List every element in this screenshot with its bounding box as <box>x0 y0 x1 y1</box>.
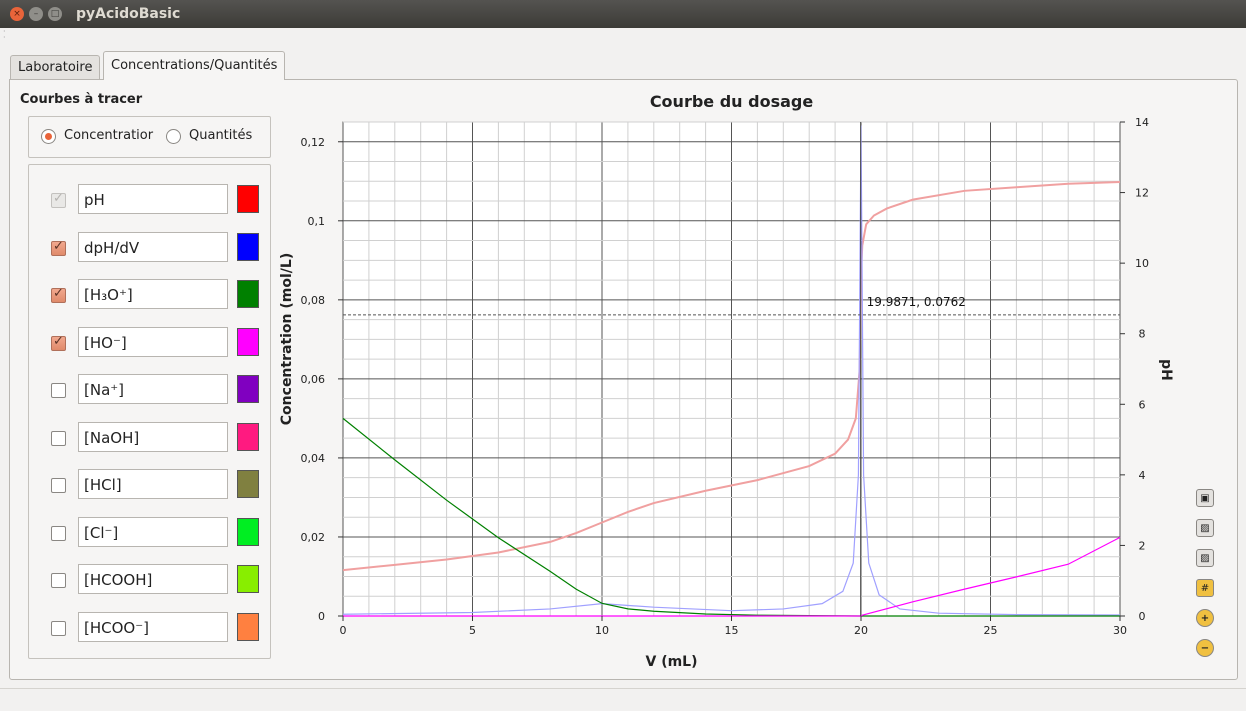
zoom-out-icon[interactable]: − <box>1196 639 1214 657</box>
tab-laboratoire[interactable]: Laboratoire <box>10 55 101 80</box>
curve-row: [Na⁺] <box>29 373 270 405</box>
window-title: pyAcidoBasic <box>76 6 181 22</box>
curve-checkbox[interactable] <box>51 286 66 303</box>
curve-row: [HO⁻] <box>29 326 270 358</box>
mode-selector: Concentratior Quantités <box>28 116 271 158</box>
curve-label-field[interactable]: [NaOH] <box>78 421 228 452</box>
curve-checkbox[interactable] <box>51 525 66 541</box>
curve-label-field[interactable]: [HCOO⁻] <box>78 611 228 642</box>
curve-checkbox[interactable] <box>51 478 66 493</box>
concentration-radio[interactable] <box>41 129 56 144</box>
curve-row: [Cl⁻] <box>29 516 270 548</box>
curve-label-field[interactable]: pH <box>78 184 228 214</box>
curve-checkbox[interactable] <box>51 620 66 636</box>
curve-label-field[interactable]: dpH/dV <box>78 231 228 262</box>
curve-color-swatch[interactable] <box>237 327 259 356</box>
curve-checkbox[interactable] <box>51 334 66 351</box>
curve-label-field[interactable]: [HCl] <box>78 469 228 499</box>
close-icon[interactable]: × <box>10 7 24 21</box>
zoom-in-icon[interactable]: + <box>1196 609 1214 627</box>
sidebar-title: Courbes à tracer <box>20 92 143 107</box>
title-bar: × – □ pyAcidoBasic <box>0 0 1246 28</box>
edit-axes-icon[interactable]: ▨ <box>1196 549 1214 567</box>
curve-row: [H₃O⁺] <box>29 278 270 310</box>
curve-row: [NaOH] <box>29 421 270 453</box>
curve-color-swatch[interactable] <box>237 470 259 498</box>
minimize-icon[interactable]: – <box>29 7 43 21</box>
save-image-icon[interactable]: ▣ <box>1196 489 1214 507</box>
edit-curves-icon[interactable]: ▨ <box>1196 519 1214 537</box>
curve-color-swatch[interactable] <box>237 280 259 308</box>
curve-label-field[interactable]: [Cl⁻] <box>78 516 228 547</box>
curve-checkbox[interactable] <box>51 573 66 588</box>
curve-checkbox[interactable] <box>51 383 66 398</box>
curve-color-swatch[interactable] <box>237 232 259 261</box>
curve-label-field[interactable]: [H₃O⁺] <box>78 279 228 309</box>
curve-checkbox <box>51 191 66 208</box>
curve-label-field[interactable]: [Na⁺] <box>78 374 228 404</box>
maximize-icon[interactable]: □ <box>48 7 62 21</box>
curve-checkbox[interactable] <box>51 430 66 446</box>
curve-row: [HCOO⁻] <box>29 611 270 643</box>
status-bar <box>0 688 1246 711</box>
curve-label-field[interactable]: [HO⁻] <box>78 326 228 357</box>
concentration-radio-label[interactable]: Concentratior <box>64 128 159 143</box>
curve-color-swatch[interactable] <box>237 422 259 451</box>
curve-list: pH dpH/dV [H₃O⁺] [HO⁻] [Na⁺] [NaOH] [HCl] [Cl⁻]… <box>28 164 271 659</box>
tab-concentrations[interactable]: Concentrations/Quantités <box>103 51 286 80</box>
curve-color-swatch[interactable] <box>237 612 259 641</box>
curve-color-swatch[interactable] <box>237 565 259 593</box>
curve-color-swatch[interactable] <box>237 375 259 403</box>
quantites-radio[interactable] <box>166 129 181 144</box>
curve-color-swatch[interactable] <box>237 517 259 546</box>
quantites-radio-label[interactable]: Quantités <box>189 128 252 143</box>
curve-label-field[interactable]: [HCOOH] <box>78 564 228 594</box>
toolbar-grip[interactable]: · · <box>3 28 6 42</box>
curve-row: [HCOOH] <box>29 563 270 595</box>
curve-row: pH <box>29 183 270 215</box>
curve-row: [HCl] <box>29 468 270 500</box>
grid-toggle-icon[interactable]: # <box>1196 579 1214 597</box>
curve-color-swatch[interactable] <box>237 185 259 213</box>
curve-row: dpH/dV <box>29 231 270 263</box>
curve-checkbox[interactable] <box>51 239 66 256</box>
